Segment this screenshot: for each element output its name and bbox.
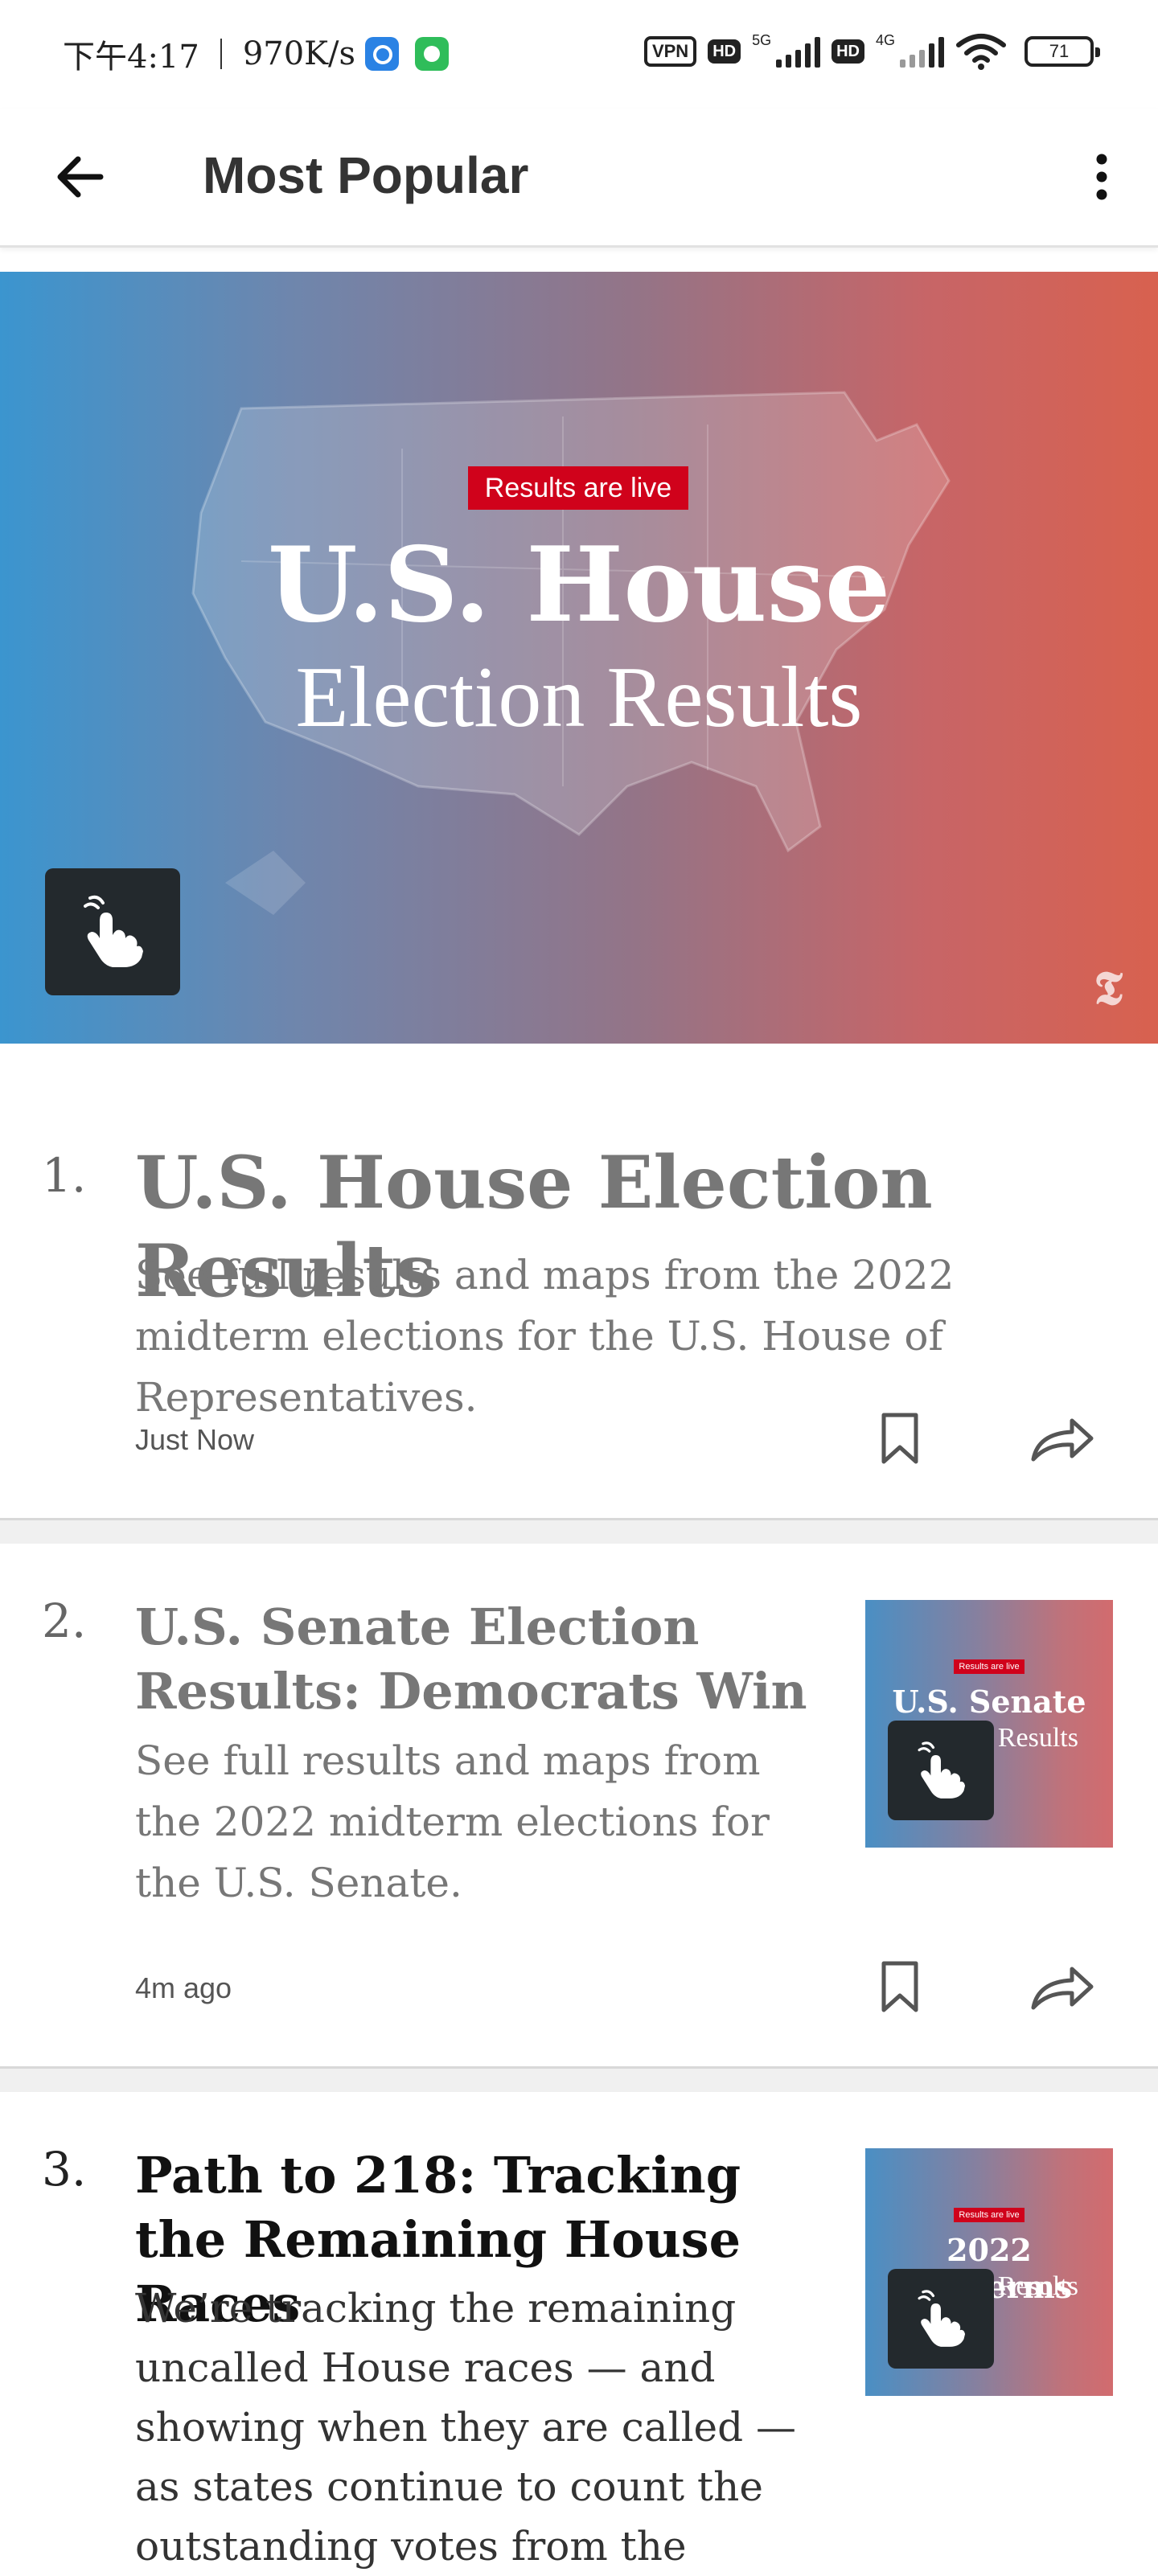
hand-pointer-icon [918,1741,966,1799]
article-summary: We’re tracking the remaining uncalled Ho… [135,2285,797,2570]
article-item-1[interactable]: 1. U.S. House Election Results See full … [0,1044,1158,1518]
results-live-badge: Results are live [468,466,688,510]
share-icon [1031,1967,1094,2010]
bookmark-button[interactable] [864,1950,936,2023]
status-separator [220,39,222,69]
wifi-icon [956,34,1006,70]
vpn-icon: VPN [643,36,697,67]
status-time: 下午4:17 [63,39,199,76]
network-5g-label: 5G [752,32,772,48]
section-divider [0,2066,1158,2092]
section-divider [0,1518,1158,1544]
article-headline[interactable]: U.S. Senate Election Results: Democrats … [135,1595,827,1724]
article-item-2[interactable]: 2. U.S. Senate Election Results: Democra… [0,1544,1158,2066]
share-button[interactable] [1026,1950,1098,2023]
article-number: 3. [42,2142,87,2197]
network-4g-label: 4G [875,32,895,48]
hd-icon: HD [708,39,741,64]
article-number: 2. [42,1594,87,1648]
battery-level: 71 [1049,41,1070,61]
status-left: 下午4:17 970K/s [63,31,450,77]
more-options-button[interactable] [1078,142,1126,211]
signal-5g-icon [776,35,821,68]
article-timestamp: Just Now [135,1423,255,1456]
article-summary: See full results and maps from the 2022 … [135,1252,955,1421]
bookmark-button[interactable] [864,1402,936,1475]
hand-pointer-icon [84,895,143,967]
back-button[interactable] [45,142,114,211]
interactive-button[interactable] [888,2269,994,2369]
status-network-speed: 970K/s [242,35,356,72]
share-icon [1031,1418,1094,1462]
interactive-button[interactable] [45,868,180,995]
arrow-left-icon [57,156,104,198]
thumbnail-badge: Results are live [954,1659,1025,1674]
app-bar: Most Popular [0,109,1158,248]
share-button[interactable] [1026,1402,1098,1475]
article-thumbnail[interactable]: Results are live 2022 Midterms Election … [865,2148,1113,2396]
page-title: Most Popular [203,146,529,204]
more-vertical-icon [1096,154,1107,200]
signal-4g-icon [900,35,944,68]
hand-pointer-icon [918,2290,966,2347]
hero-banner[interactable]: Results are live U.S. House Election Res… [0,272,1158,1044]
article-timestamp: 4m ago [135,1971,232,2004]
thumbnail-badge: Results are live [954,2208,1025,2222]
hd-icon-2: HD [832,39,864,64]
article-number: 1. [42,1148,87,1203]
status-bar: 下午4:17 970K/s VPN HD 5G HD 4G 71 [0,0,1158,109]
thumbnail-title: U.S. Senate [892,1684,1086,1720]
hero-title: U.S. House [267,525,891,646]
article-item-3[interactable]: 3. Path to 218: Tracking the Remaining H… [0,2092,1158,2573]
status-right: VPN HD 5G HD 4G 71 [643,32,1100,71]
nyt-logo: 𝕿 [1094,961,1123,1015]
bookmark-icon [881,1413,918,1464]
search-app-icon [365,37,400,71]
battery-icon: 71 [1025,36,1100,67]
article-summary: See full results and maps from the 2022 … [135,1737,770,1906]
bookmark-icon [881,1961,918,2012]
hero-subtitle: Election Results [295,650,863,745]
interactive-button[interactable] [888,1721,994,1820]
article-thumbnail[interactable]: Results are live U.S. Senate Election Re… [865,1600,1113,1848]
chat-app-icon [415,37,450,71]
